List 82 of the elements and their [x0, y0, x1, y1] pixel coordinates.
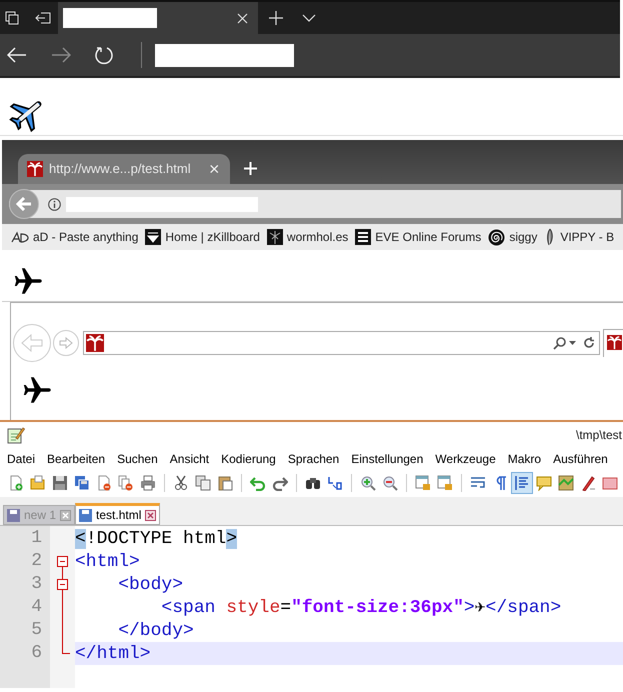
fold-toggle-icon[interactable]: [57, 579, 68, 590]
clipboard-icon: [217, 475, 233, 491]
menu-item[interactable]: Ausführen: [553, 450, 608, 468]
chevron-down-icon[interactable]: [302, 14, 316, 22]
menu-item[interactable]: Makro: [508, 450, 542, 468]
bookmark[interactable]: VIPPY - B: [544, 226, 614, 248]
menu-item[interactable]: Werkzeuge: [435, 450, 496, 468]
line-number: 2: [31, 551, 42, 571]
bookmark[interactable]: aD - Paste anything: [11, 226, 138, 248]
plus-icon[interactable]: [269, 11, 283, 25]
ad-logo-icon: [11, 231, 29, 243]
back-arrow-icon: [16, 197, 32, 211]
new-file-icon: [8, 475, 24, 491]
bookmark[interactable]: siggy: [488, 226, 538, 248]
copy-icon: [195, 475, 211, 491]
window-title: \tmp\test: [576, 427, 623, 444]
code-line: <!DOCTYPE html>: [75, 528, 238, 551]
palm-tree-icon: [86, 334, 104, 352]
back-arrow-icon[interactable]: [7, 47, 27, 63]
fold-toggle-icon[interactable]: [57, 556, 68, 567]
line-number: 6: [31, 643, 42, 663]
code-line: </html>: [75, 643, 151, 666]
close-icon[interactable]: ×: [209, 160, 220, 178]
indent-guide-icon: [514, 475, 530, 491]
binoculars-icon: [305, 475, 321, 491]
open-folder-icon: [30, 475, 46, 491]
code-line: </body>: [117, 620, 194, 643]
info-icon[interactable]: [48, 198, 61, 210]
locked-window-icon: [415, 475, 431, 491]
locked-window-icon: [437, 475, 453, 491]
menu-item[interactable]: Sprachen: [288, 450, 340, 468]
back-arrow-icon: [20, 334, 43, 352]
printer-icon: [140, 475, 156, 491]
wrap-lines-icon: [470, 475, 486, 491]
forward-arrow-icon: [58, 337, 73, 349]
menu-item[interactable]: Ansicht: [170, 450, 210, 468]
close-icon[interactable]: [145, 510, 156, 520]
replace-icon: [327, 475, 343, 491]
palm-tree-icon: [27, 161, 43, 177]
speech-bubble-icon: [536, 475, 552, 491]
bookmark[interactable]: EVE Online Forums: [355, 226, 482, 248]
map-icon: [558, 475, 574, 491]
tabs-icon[interactable]: [5, 11, 19, 25]
code-line: <span style="font-size:36px">✈</span>: [160, 597, 562, 620]
floppy-disks-icon: [74, 475, 90, 491]
code-line: <html>: [75, 551, 140, 574]
scissors-icon: [173, 475, 189, 491]
menu-item[interactable]: Suchen: [117, 450, 158, 468]
menu-item[interactable]: Datei: [7, 450, 36, 468]
browser-tab[interactable]: [603, 329, 623, 357]
spiral-icon: [488, 228, 506, 246]
bookmark[interactable]: wormhol.es: [266, 226, 348, 248]
menu-icon: [355, 229, 372, 245]
browser-tab[interactable]: [58, 2, 258, 34]
menu-item[interactable]: Einstellungen: [351, 450, 424, 468]
address-bar[interactable]: [82, 331, 600, 355]
search-icon[interactable]: [553, 336, 566, 350]
notepad-pen-icon: [7, 426, 25, 444]
forward-arrow-icon[interactable]: [51, 47, 71, 63]
refresh-icon[interactable]: [583, 337, 596, 349]
line-number: 5: [31, 620, 42, 640]
menu-item[interactable]: Bearbeiten: [47, 450, 106, 468]
close-file-icon: [96, 475, 112, 491]
refresh-icon[interactable]: [94, 45, 114, 65]
zoom-in-icon: [360, 475, 376, 491]
line-number: 1: [31, 528, 42, 548]
menu-item[interactable]: Kodierung: [221, 450, 276, 468]
caret-icon[interactable]: [569, 341, 576, 345]
back-button[interactable]: [9, 189, 39, 219]
line-number: 3: [31, 574, 42, 594]
undo-arrow-icon: [250, 475, 266, 491]
file-tab[interactable]: test.html: [75, 503, 160, 525]
close-files-icon: [118, 475, 134, 491]
redo-arrow-icon: [272, 475, 288, 491]
bookmark[interactable]: Home | zKillboard: [145, 226, 260, 248]
antenna-icon: [266, 229, 283, 245]
pen-icon: [580, 475, 596, 491]
line-number: 4: [31, 597, 42, 617]
zoom-out-icon: [382, 475, 398, 491]
browser-tab[interactable]: http://www.e...p/test.html ×: [18, 154, 230, 184]
set-aside-icon[interactable]: [35, 12, 51, 24]
code-line: <body>: [117, 574, 184, 597]
